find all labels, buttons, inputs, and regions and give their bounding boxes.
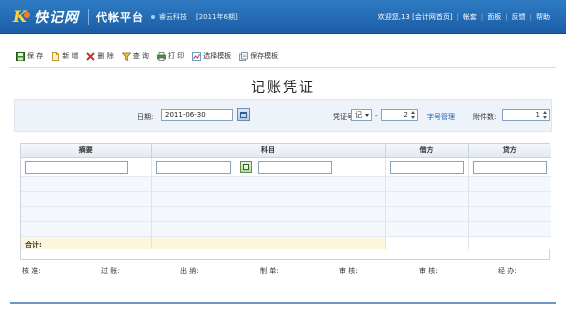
table-row — [21, 157, 551, 177]
voucher-no-value: 2 — [403, 111, 408, 119]
logo-icon: K — [12, 7, 34, 26]
nav-separator: | — [480, 13, 484, 21]
subject-name-input[interactable] — [257, 160, 332, 174]
total-subject-cell — [151, 236, 386, 249]
subject-picker-icon — [242, 163, 249, 170]
nav-help[interactable]: 帮助 — [536, 12, 550, 22]
logo[interactable]: K 快记网 — [12, 7, 79, 27]
query-label: 查 询 — [132, 52, 149, 60]
total-label: 合计: — [25, 240, 42, 249]
credit-cell — [468, 157, 551, 177]
table-row[interactable] — [21, 176, 551, 192]
word-manage-link[interactable]: 字号管理 — [427, 112, 455, 122]
attachments-value: 1 — [535, 111, 540, 119]
select-template-icon — [192, 51, 202, 61]
total-row: 合计: — [21, 236, 551, 249]
save-template-icon — [239, 51, 249, 61]
summary-input[interactable] — [25, 160, 128, 174]
delete-label: 删 除 — [97, 52, 114, 60]
sig-review-2: 审 核: — [419, 267, 438, 275]
subject-cell — [151, 157, 386, 177]
sig-cashier: 出 纳: — [180, 267, 199, 275]
sig-review-1: 审 核: — [339, 267, 358, 275]
save-template-button[interactable]: 保存模板 — [239, 51, 278, 61]
top-nav: 欢迎您,13 [会计网首页] | 帐套 | 面板 | 反馈 | 帮助 — [378, 12, 550, 22]
total-debit-cell — [385, 236, 469, 249]
subject-code-input[interactable] — [155, 160, 231, 174]
footer-divider — [10, 302, 556, 304]
query-button[interactable]: 查 询 — [121, 51, 149, 61]
accounting-period: [2011年6期] — [196, 13, 238, 21]
top-header: K 快记网 代帐平台 睿云科技 [2011年6期] 欢迎您,13 [会计网首页]… — [0, 0, 566, 34]
new-document-icon — [51, 51, 60, 61]
new-label: 新 增 — [62, 52, 79, 60]
product-name: 代帐平台 — [96, 11, 144, 24]
voucher-entries-table: 摘要 科目 借方 贷方 合计: — [20, 143, 551, 260]
sig-preparer: 制 单: — [260, 267, 279, 275]
column-header-summary: 摘要 — [21, 144, 152, 158]
nav-feedback[interactable]: 反馈 — [512, 12, 526, 22]
sig-handler: 经 办: — [498, 267, 517, 275]
delete-icon — [86, 51, 96, 61]
toolbar-container: 保 存 新 增 删 除 查 询 打 印 选择模板 保存模板 — [10, 46, 556, 68]
voucher-type-select[interactable]: 记 — [351, 109, 372, 121]
total-label-cell: 合计: — [21, 236, 152, 249]
save-label: 保 存 — [27, 52, 44, 60]
table-row[interactable] — [21, 221, 551, 237]
query-icon — [121, 52, 131, 61]
select-template-label: 选择模板 — [203, 52, 232, 60]
bullet-icon — [151, 15, 155, 19]
nav-separator: | — [456, 13, 459, 21]
save-template-label: 保存模板 — [250, 52, 279, 60]
subject-picker-button[interactable] — [239, 160, 252, 173]
column-header-credit: 贷方 — [468, 144, 551, 158]
table-row[interactable] — [21, 206, 551, 222]
summary-cell — [21, 157, 152, 177]
voucher-header-form: 日期: 2011-06-30 凭证号: 记 - 2 字号管理 附件数: 1 — [14, 99, 552, 132]
attachments-label: 附件数: — [473, 113, 497, 121]
delete-button[interactable]: 删 除 — [86, 51, 114, 61]
date-label: 日期: — [137, 113, 154, 121]
attachments-stepper[interactable]: 1 — [502, 109, 550, 121]
total-credit-cell — [468, 236, 551, 249]
table-header-row: 摘要 科目 借方 贷方 — [21, 144, 551, 158]
nav-account-set[interactable]: 帐套 — [463, 12, 477, 22]
credit-input[interactable] — [472, 160, 547, 174]
stepper-arrows-icon[interactable] — [410, 111, 416, 119]
nav-welcome-home[interactable]: 欢迎您,13 [会计网首页] — [378, 12, 453, 22]
calendar-button[interactable] — [237, 108, 250, 121]
column-header-subject: 科目 — [151, 144, 386, 158]
debit-cell — [385, 157, 469, 177]
calendar-icon — [240, 111, 247, 118]
company-info: 睿云科技 [2011年6期] — [151, 12, 238, 22]
company-name[interactable]: 睿云科技 — [159, 12, 187, 22]
toolbar: 保 存 新 增 删 除 查 询 打 印 选择模板 保存模板 — [10, 46, 556, 66]
logo-text: 快记网 — [34, 10, 79, 26]
stepper-arrows-icon[interactable] — [542, 111, 548, 119]
save-button[interactable]: 保 存 — [16, 51, 43, 61]
debit-input[interactable] — [389, 160, 464, 174]
print-icon — [157, 51, 166, 61]
date-input[interactable]: 2011-06-30 — [161, 109, 233, 121]
voucher-no-stepper[interactable]: 2 — [381, 109, 418, 121]
voucher-no-dash: - — [375, 112, 378, 120]
new-button[interactable]: 新 增 — [51, 51, 78, 61]
print-label: 打 印 — [167, 52, 185, 60]
chevron-down-icon — [365, 114, 369, 117]
voucher-type-value: 记 — [355, 111, 362, 119]
page-title: 记账凭证 — [251, 80, 315, 96]
print-button[interactable]: 打 印 — [157, 51, 184, 61]
sig-approve: 核 准: — [22, 267, 41, 275]
header-divider — [88, 9, 89, 25]
select-template-button[interactable]: 选择模板 — [192, 51, 231, 61]
signature-row: 核 准: 过 账: 出 纳: 制 单: 审 核: 审 核: 经 办: — [22, 266, 550, 276]
nav-panel[interactable]: 面板 — [487, 12, 501, 22]
save-icon — [16, 51, 25, 61]
sig-posting: 过 账: — [101, 267, 120, 275]
nav-separator: | — [505, 13, 508, 21]
column-header-debit: 借方 — [385, 144, 469, 158]
nav-separator: | — [529, 13, 532, 21]
table-row[interactable] — [21, 191, 551, 207]
